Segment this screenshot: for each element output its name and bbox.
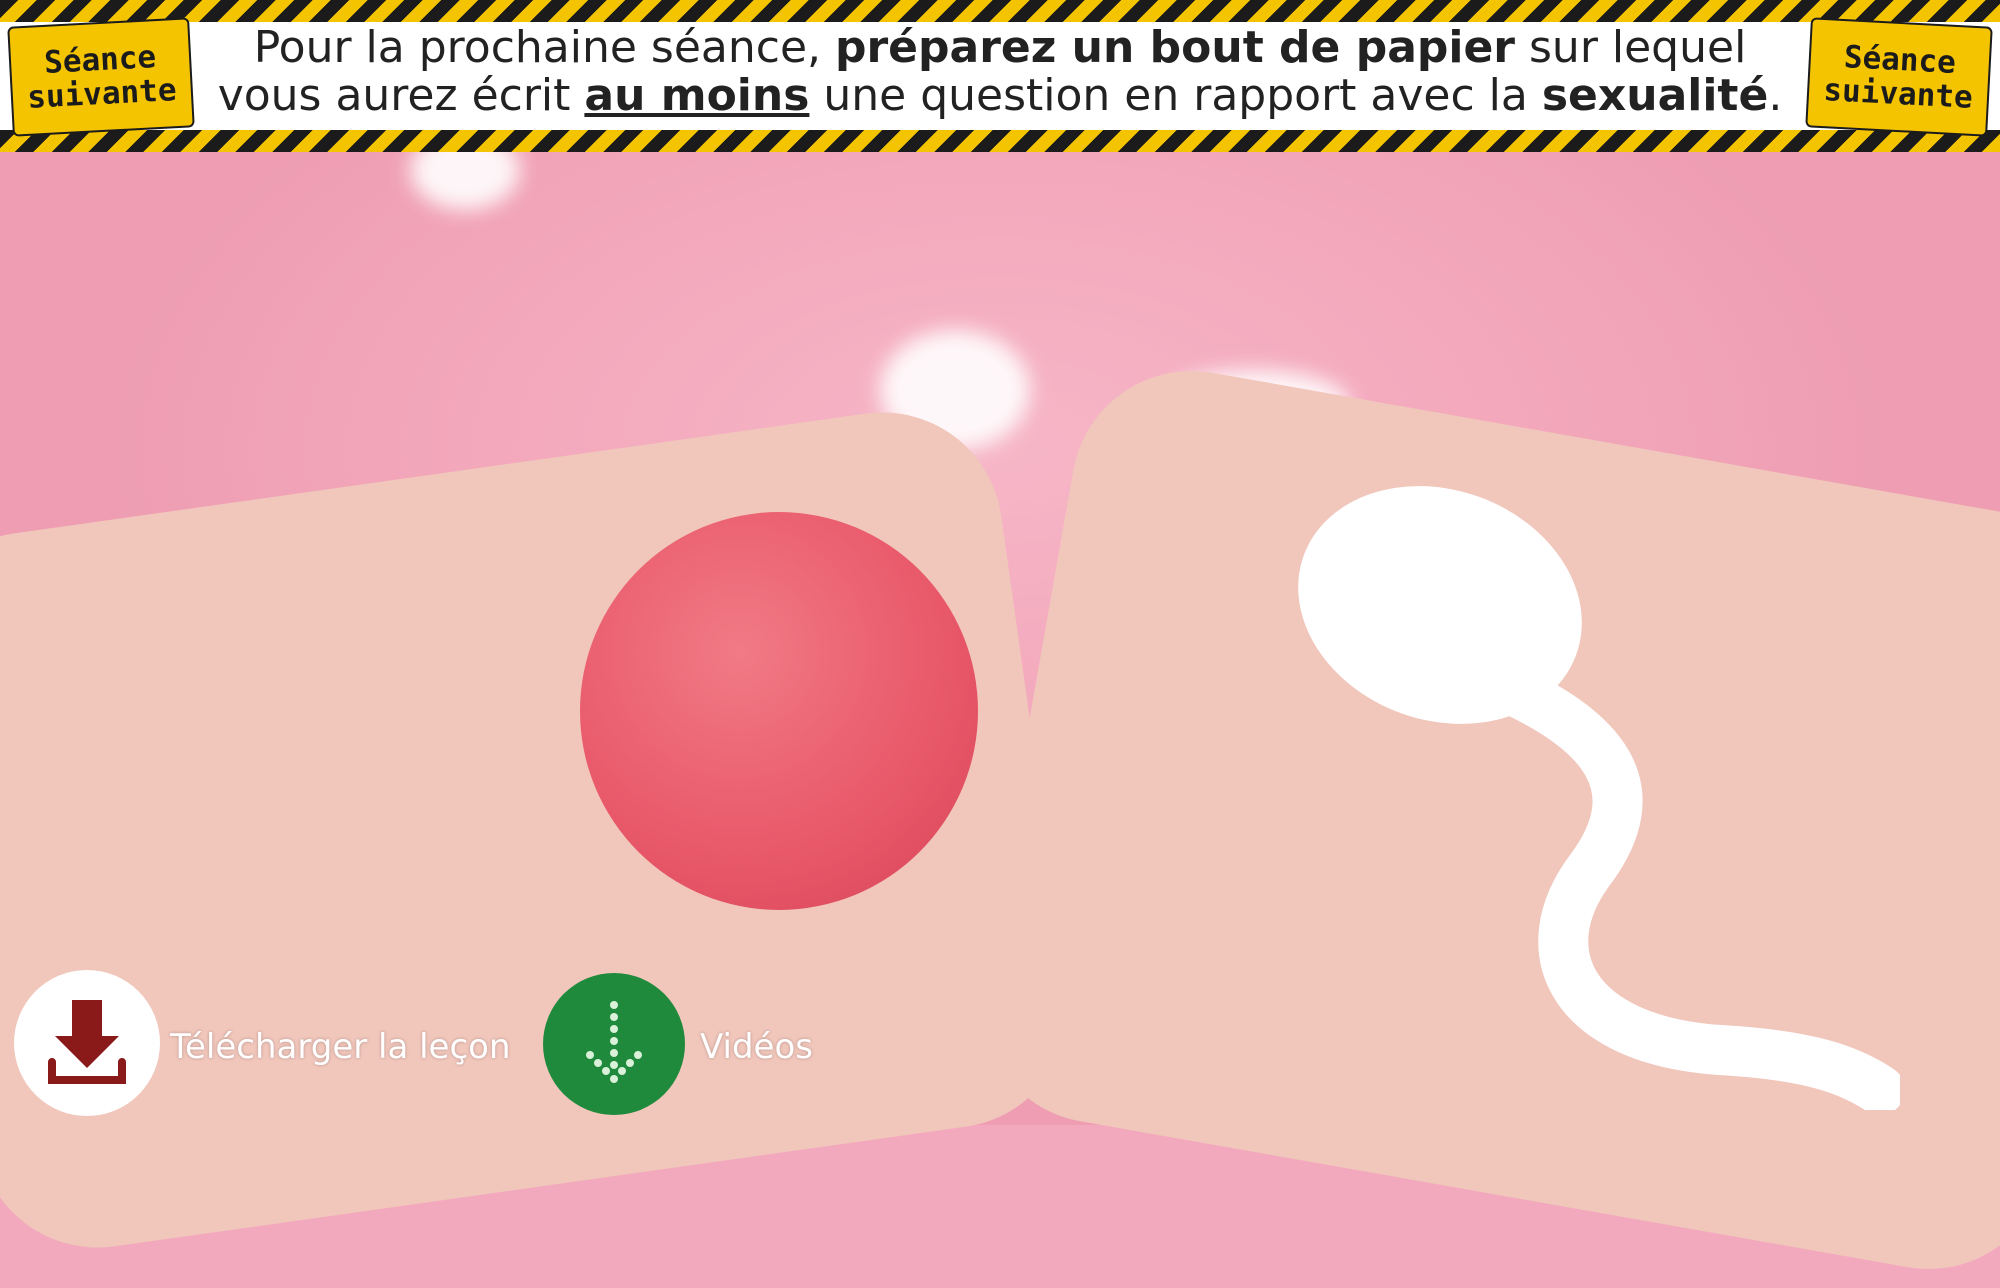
banner-line2-middle: une question en rapport avec la: [809, 70, 1542, 121]
egg-model: [580, 512, 978, 910]
banner-line-1: Pour la prochaine séance, préparez un bo…: [200, 24, 1800, 72]
sperm-tail: [1465, 655, 1900, 1110]
banner-line2-end: .: [1768, 70, 1783, 121]
arrow-down-icon: [586, 1001, 642, 1083]
sign-right-line2: suivante: [1822, 72, 1974, 116]
banner-line-2: vous aurez écrit au moins une question e…: [200, 72, 1800, 120]
banner-line1-bold: préparez un bout de papier: [834, 22, 1516, 73]
banner-instructions: Pour la prochaine séance, préparez un bo…: [200, 24, 1800, 128]
download-lesson-button[interactable]: [14, 970, 160, 1116]
banner-line2-underline: au moins: [584, 70, 810, 121]
caution-tape-bottom: [0, 130, 2000, 152]
background-photo: [0, 0, 2000, 1288]
caution-tape-top: [0, 0, 2000, 22]
banner-line2-text: vous aurez écrit: [217, 70, 585, 121]
banner-line2-bold: sexualité: [1541, 70, 1769, 121]
videos-label[interactable]: Vidéos: [700, 1027, 813, 1067]
banner-line1-text: Pour la prochaine séance,: [253, 22, 835, 73]
videos-button[interactable]: [543, 973, 685, 1115]
download-icon: [48, 1000, 126, 1084]
next-session-sign-left: Séance suivante: [7, 17, 195, 137]
next-session-banner: Séance suivante Pour la prochaine séance…: [0, 0, 2000, 152]
download-lesson-label[interactable]: Télécharger la leçon: [170, 1027, 511, 1067]
next-session-sign-right: Séance suivante: [1805, 17, 1993, 137]
banner-line1-end: sur lequel: [1515, 22, 1747, 73]
sign-left-line2: suivante: [26, 72, 178, 116]
